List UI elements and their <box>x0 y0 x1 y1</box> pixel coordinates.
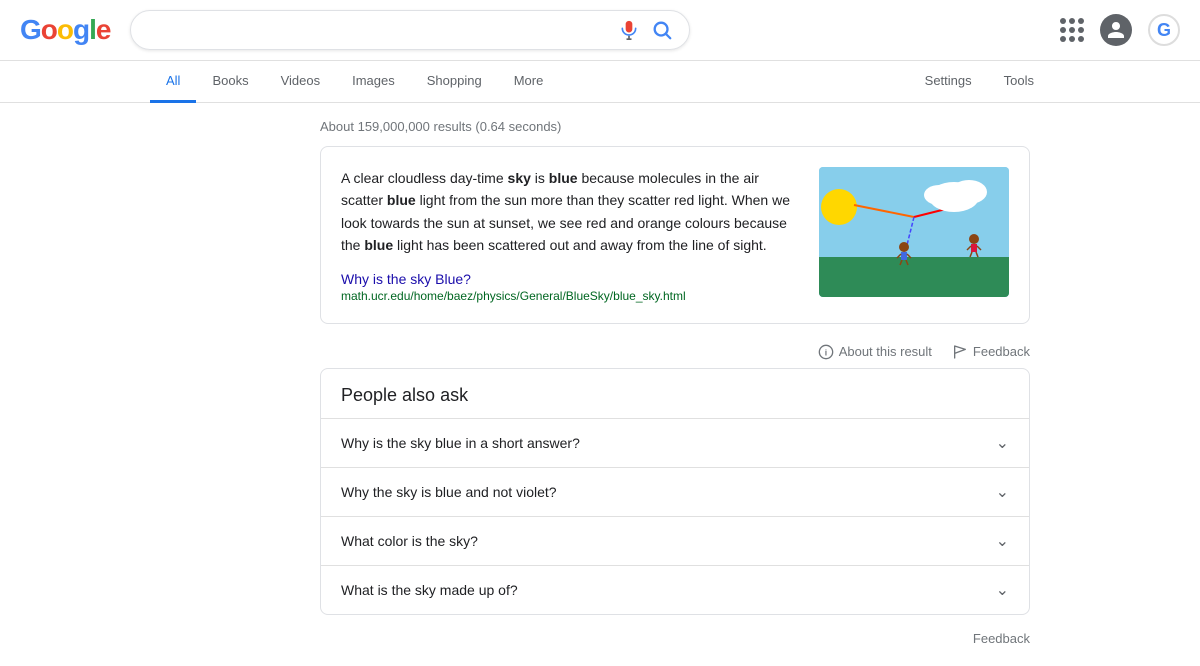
paa-question-1[interactable]: Why is the sky blue in a short answer? ⌄ <box>321 419 1029 468</box>
search-bar: why is the sky blue <box>130 10 690 50</box>
bottom-feedback[interactable]: Feedback <box>320 627 1030 666</box>
tab-images[interactable]: Images <box>336 61 411 103</box>
tab-shopping[interactable]: Shopping <box>411 61 498 103</box>
apps-icon[interactable] <box>1060 18 1084 42</box>
paa-question-4[interactable]: What is the sky made up of? ⌄ <box>321 566 1029 614</box>
tab-books[interactable]: Books <box>196 61 264 103</box>
chevron-down-icon-1: ⌄ <box>996 433 1009 453</box>
svg-text:i: i <box>824 347 826 357</box>
main-content: About 159,000,000 results (0.64 seconds)… <box>170 103 1030 666</box>
snippet-text: A clear cloudless day-time sky is blue b… <box>341 167 799 257</box>
snippet-image <box>819 167 1009 297</box>
info-icon: i <box>818 344 834 360</box>
about-feedback-row: i About this result Feedback <box>320 336 1030 368</box>
google-account-icon[interactable]: G <box>1148 14 1180 46</box>
snippet-body: A clear cloudless day-time sky is blue b… <box>341 167 799 303</box>
paa-title: People also ask <box>321 369 1029 419</box>
avatar[interactable] <box>1100 14 1132 46</box>
tab-videos[interactable]: Videos <box>265 61 337 103</box>
feedback-link[interactable]: Feedback <box>952 344 1030 360</box>
tab-settings[interactable]: Settings <box>909 61 988 103</box>
chevron-down-icon-2: ⌄ <box>996 482 1009 502</box>
snippet-url: math.ucr.edu/home/baez/physics/General/B… <box>341 289 799 303</box>
tab-tools[interactable]: Tools <box>988 61 1050 103</box>
chevron-down-icon-4: ⌄ <box>996 580 1009 600</box>
header: Google why is the sky blue <box>0 0 1200 61</box>
search-icon[interactable] <box>651 19 673 41</box>
nav-tabs: All Books Videos Images Shopping More Se… <box>0 61 1200 103</box>
tab-more[interactable]: More <box>498 61 560 103</box>
people-also-ask-box: People also ask Why is the sky blue in a… <box>320 368 1030 615</box>
results-count: About 159,000,000 results (0.64 seconds) <box>320 103 1030 146</box>
snippet-link[interactable]: Why is the sky Blue? <box>341 271 799 287</box>
featured-snippet: A clear cloudless day-time sky is blue b… <box>320 146 1030 324</box>
chevron-down-icon-3: ⌄ <box>996 531 1009 551</box>
paa-question-3[interactable]: What color is the sky? ⌄ <box>321 517 1029 566</box>
about-this-result[interactable]: i About this result <box>818 344 932 360</box>
mic-icon[interactable] <box>619 20 639 40</box>
google-logo[interactable]: Google <box>20 14 110 46</box>
search-input[interactable]: why is the sky blue <box>147 21 609 39</box>
paa-question-2[interactable]: Why the sky is blue and not violet? ⌄ <box>321 468 1029 517</box>
flag-icon <box>952 344 968 360</box>
header-right: G <box>1060 14 1180 46</box>
tab-all[interactable]: All <box>150 61 196 103</box>
